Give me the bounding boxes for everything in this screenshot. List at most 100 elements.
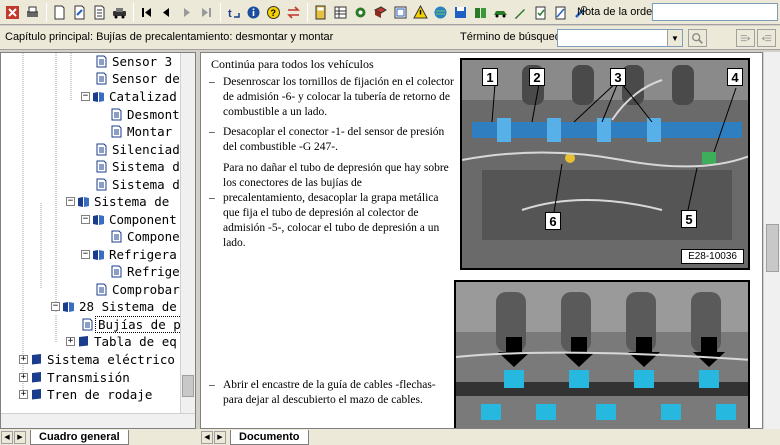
tree-item[interactable]: − Sistema de bbox=[66, 193, 169, 210]
engine-figure-1: 1 2 3 4 5 6 E28-10036 bbox=[460, 58, 750, 270]
expand-toggle[interactable]: + bbox=[19, 390, 28, 399]
tree-item[interactable]: + Tren de rodaje bbox=[19, 386, 152, 403]
up-level-icon[interactable]: t bbox=[224, 3, 243, 22]
tree-item[interactable]: Refrige bbox=[110, 263, 180, 280]
tree-item[interactable]: Silenciad bbox=[95, 141, 180, 158]
document-view: Continúa para todos los vehículos – Desen… bbox=[200, 52, 763, 429]
svg-text:t: t bbox=[228, 8, 232, 20]
document-icon bbox=[82, 318, 93, 331]
tree-item[interactable]: Sistema d bbox=[95, 158, 180, 175]
book-red-icon[interactable] bbox=[371, 3, 390, 22]
notes-icon[interactable] bbox=[551, 3, 570, 22]
tree-item[interactable]: − Catalizad bbox=[81, 88, 177, 105]
info-icon[interactable] bbox=[244, 3, 263, 22]
collapse-toggle[interactable]: − bbox=[81, 250, 90, 259]
tree-horizontal-scrollbar[interactable] bbox=[1, 413, 195, 428]
swap-icon[interactable] bbox=[284, 3, 303, 22]
document-icon bbox=[111, 108, 122, 121]
tree-item[interactable]: Sistema d bbox=[95, 176, 180, 193]
document-scroll-thumb[interactable] bbox=[766, 224, 779, 272]
car-icon[interactable] bbox=[491, 3, 510, 22]
help-icon[interactable]: ? bbox=[264, 3, 283, 22]
new-document-icon[interactable] bbox=[50, 3, 69, 22]
collapse-toggle[interactable]: − bbox=[51, 302, 60, 311]
tab-scroll-left-icon[interactable]: ◀ bbox=[1, 430, 13, 444]
left-tab-bar: ◀ ▶ Cuadro general bbox=[0, 429, 200, 445]
callout-6: 6 bbox=[545, 212, 561, 230]
warning-icon[interactable] bbox=[411, 3, 430, 22]
vehicle-icon[interactable] bbox=[110, 3, 129, 22]
collapse-toggle[interactable]: − bbox=[66, 197, 75, 206]
document-icon bbox=[96, 160, 107, 173]
engine-illustration bbox=[462, 60, 748, 268]
tree-vertical-scrollbar[interactable] bbox=[180, 53, 195, 413]
collapse-toggle[interactable]: − bbox=[81, 92, 90, 101]
clipboard-icon[interactable] bbox=[531, 3, 550, 22]
tree-item[interactable]: − 28 Sistema de bbox=[51, 298, 177, 315]
exit-icon[interactable] bbox=[3, 3, 22, 22]
component-icon[interactable] bbox=[351, 3, 370, 22]
tab-scroll-right-icon[interactable]: ▶ bbox=[214, 430, 226, 444]
previous-page-icon[interactable] bbox=[157, 3, 176, 22]
search-icon[interactable] bbox=[688, 29, 707, 47]
wiring-icon[interactable] bbox=[391, 3, 410, 22]
document-list-icon[interactable] bbox=[90, 3, 109, 22]
tree-item[interactable]: + Sistema eléctrico bbox=[19, 351, 175, 368]
tree-item[interactable]: + Transmisión bbox=[19, 369, 130, 386]
print-icon[interactable] bbox=[23, 3, 42, 22]
chevron-down-icon[interactable]: ▼ bbox=[667, 30, 682, 46]
expand-toggle[interactable]: + bbox=[19, 373, 28, 382]
book-icon[interactable] bbox=[471, 3, 490, 22]
next-page-icon[interactable] bbox=[177, 3, 196, 22]
open-book-icon bbox=[93, 92, 104, 102]
instruction-step: – Desacoplar el conector -1- del sensor d… bbox=[209, 126, 445, 153]
tree-item[interactable]: − Component bbox=[81, 211, 177, 228]
book-icon bbox=[31, 354, 42, 366]
cable-guide-illustration bbox=[456, 282, 748, 428]
edit-pen-icon[interactable] bbox=[511, 3, 530, 22]
tab-scroll-right-icon[interactable]: ▶ bbox=[14, 430, 26, 444]
search-previous-icon[interactable] bbox=[757, 29, 776, 47]
first-page-icon[interactable] bbox=[137, 3, 156, 22]
document-icon bbox=[111, 265, 122, 278]
collapse-toggle[interactable]: − bbox=[81, 215, 90, 224]
instruction-step: – precalentamiento, desacoplar la grapa m… bbox=[209, 192, 440, 249]
callout-2: 2 bbox=[529, 68, 545, 86]
tree-item[interactable]: Montar bbox=[110, 123, 172, 140]
book-icon bbox=[31, 372, 42, 384]
chapter-bar: Capítulo principal: Bujías de precalenta… bbox=[0, 26, 780, 50]
document-tab-bar: ◀ ▶ Documento bbox=[200, 429, 780, 445]
tree-item[interactable]: Compone bbox=[110, 228, 180, 245]
tree-item-selected[interactable]: Bujías de p bbox=[81, 316, 182, 333]
globe-icon[interactable] bbox=[431, 3, 450, 22]
tree-scroll-thumb[interactable] bbox=[182, 375, 194, 397]
expand-toggle[interactable]: + bbox=[19, 355, 28, 364]
book-icon bbox=[78, 336, 89, 348]
document-vertical-scrollbar[interactable] bbox=[763, 52, 780, 429]
document-icon bbox=[96, 143, 107, 156]
calculator-icon[interactable] bbox=[311, 3, 330, 22]
tree-item[interactable]: Comprobar bbox=[95, 281, 180, 298]
search-input[interactable]: ▼ bbox=[557, 29, 683, 47]
tree-item[interactable]: Sensor de bbox=[95, 70, 180, 87]
tree-item[interactable]: Desmont bbox=[110, 106, 180, 123]
document-icon bbox=[96, 72, 107, 85]
last-page-icon[interactable] bbox=[197, 3, 216, 22]
open-book-icon bbox=[63, 302, 74, 312]
expand-toggle[interactable]: + bbox=[66, 337, 75, 346]
order-note-input[interactable] bbox=[652, 3, 778, 21]
table-icon[interactable] bbox=[331, 3, 350, 22]
tree-item[interactable]: Sensor 3 bbox=[95, 53, 172, 70]
document-section-title: Continúa para todos los vehículos bbox=[211, 57, 374, 71]
document-icon bbox=[111, 230, 122, 243]
callout-3: 3 bbox=[610, 68, 626, 86]
disk-icon[interactable] bbox=[451, 3, 470, 22]
tree-item[interactable]: + Tabla de eq bbox=[66, 333, 177, 350]
tree-item[interactable]: − Refrigera bbox=[81, 246, 177, 263]
tab-document[interactable]: Documento bbox=[230, 429, 309, 445]
edit-document-icon[interactable] bbox=[70, 3, 89, 22]
overview-tree[interactable]: Sensor 3 Sensor de − Catalizad Desmont M… bbox=[0, 52, 196, 429]
tab-scroll-left-icon[interactable]: ◀ bbox=[201, 430, 213, 444]
tab-overview[interactable]: Cuadro general bbox=[30, 429, 129, 445]
search-next-icon[interactable] bbox=[736, 29, 755, 47]
